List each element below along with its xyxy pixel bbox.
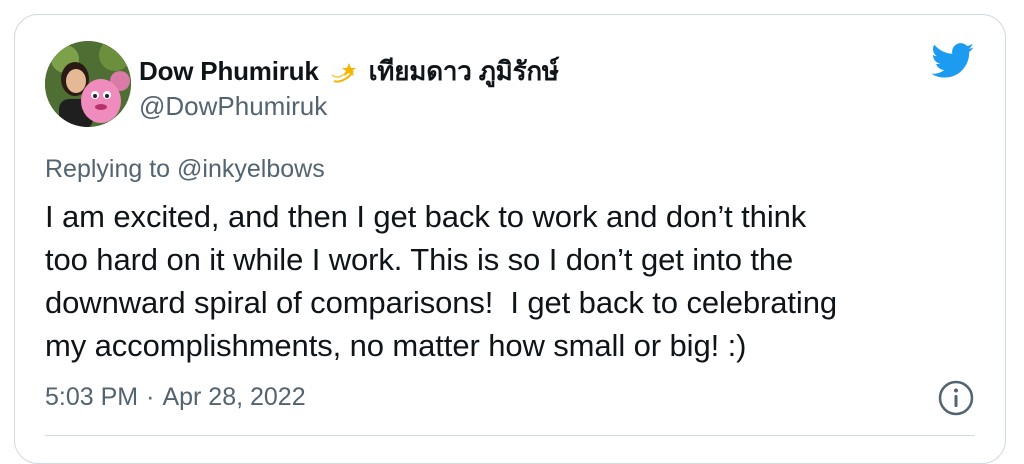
author-name-row[interactable]: Dow Phumiruk เทียมดาว ภูมิรักษ์: [139, 51, 559, 92]
display-name-thai[interactable]: เทียมดาว ภูมิรักษ์: [369, 51, 559, 92]
info-icon[interactable]: [937, 379, 975, 417]
replying-prefix: Replying to: [45, 155, 171, 183]
tweet-card: Dow Phumiruk เทียมดาว ภูมิรักษ์ @DowPhum…: [14, 14, 1006, 464]
author-handle[interactable]: @DowPhumiruk: [139, 91, 327, 122]
replying-to-line: Replying to @inkyelbows: [45, 155, 325, 184]
dizzy-star-icon: [329, 57, 359, 87]
display-name[interactable]: Dow Phumiruk: [139, 56, 319, 87]
twitter-bird-icon[interactable]: [931, 43, 975, 79]
tweet-text: I am excited, and then I get back to wor…: [45, 199, 837, 363]
tweet-date[interactable]: Apr 28, 2022: [162, 383, 305, 412]
meta-separator: ·: [146, 383, 155, 411]
tweet-timestamp[interactable]: 5:03 PM · Apr 28, 2022: [45, 383, 306, 412]
profile-photo: [45, 41, 131, 127]
tweet-time[interactable]: 5:03 PM: [45, 383, 138, 412]
divider: [45, 435, 975, 436]
avatar[interactable]: [45, 41, 131, 127]
replying-to-link[interactable]: @inkyelbows: [177, 155, 325, 183]
